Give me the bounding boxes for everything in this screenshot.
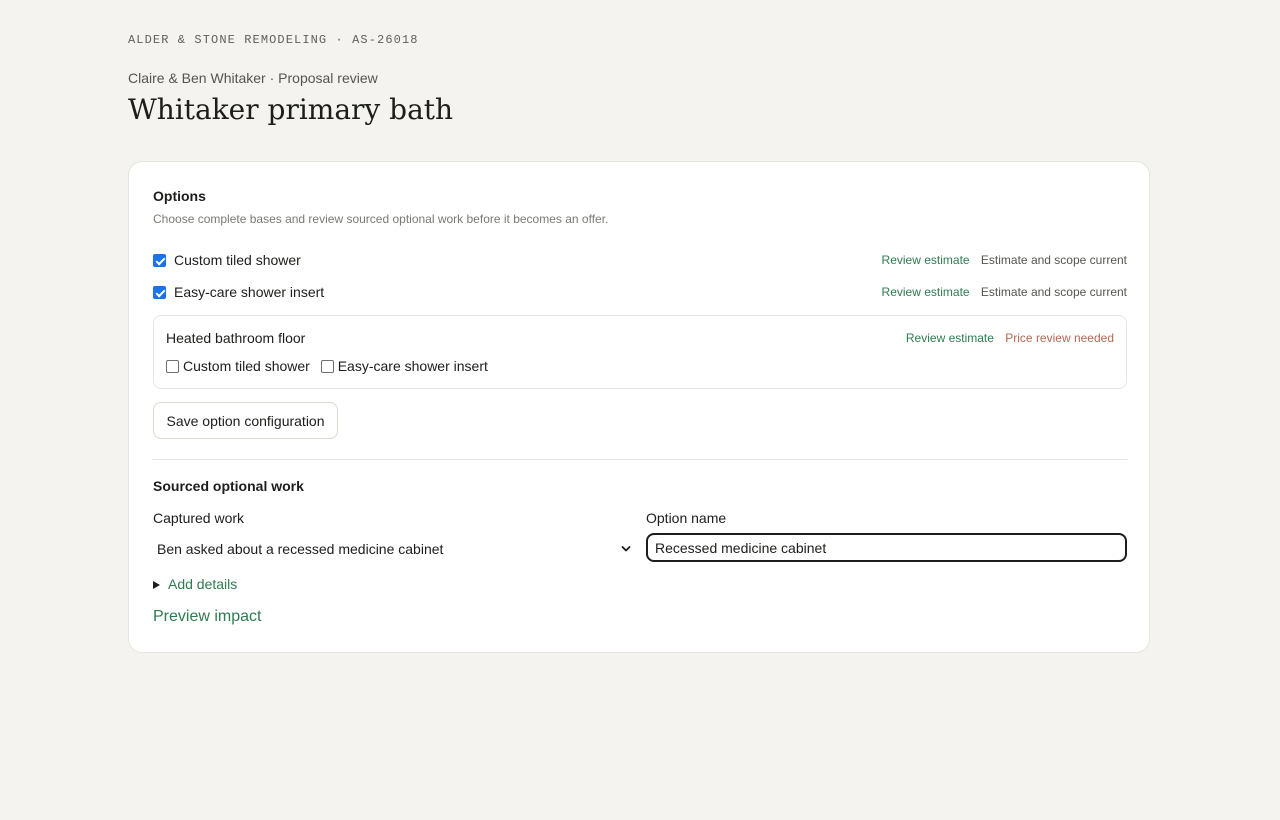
review-estimate-link[interactable]: Review estimate bbox=[906, 331, 994, 345]
applies-to-checkbox[interactable] bbox=[166, 360, 179, 373]
base-option-checkbox[interactable] bbox=[153, 286, 166, 299]
base-option-checkbox[interactable] bbox=[153, 254, 166, 267]
preview-impact-link[interactable]: Preview impact bbox=[153, 608, 261, 626]
base-option-label[interactable]: Easy-care shower insert bbox=[174, 284, 324, 300]
proposal-review-page: ALDER & STONE REMODELING · AS-26018 Clai… bbox=[0, 0, 1280, 820]
estimate-status: Estimate and scope current bbox=[980, 285, 1127, 299]
section-divider bbox=[153, 459, 1127, 460]
addon-applies-to: Custom tiled shower Easy-care shower ins… bbox=[166, 358, 495, 376]
base-option-actions: Review estimate Estimate and scope curre… bbox=[882, 253, 1127, 267]
client-breadcrumb: Claire & Ben Whitaker · Proposal review bbox=[128, 70, 378, 86]
add-details-label[interactable]: Add details bbox=[168, 576, 237, 592]
addon-option-title: Heated bathroom floor bbox=[166, 330, 306, 346]
sourced-work-heading: Sourced optional work bbox=[153, 478, 304, 494]
applies-to-label[interactable]: Easy-care shower insert bbox=[338, 358, 488, 374]
applies-to-item[interactable]: Easy-care shower insert bbox=[320, 358, 488, 374]
options-heading: Options bbox=[153, 188, 206, 204]
applies-to-item[interactable]: Custom tiled shower bbox=[166, 358, 310, 374]
estimate-status: Estimate and scope current bbox=[980, 253, 1127, 267]
applies-to-checkbox[interactable] bbox=[320, 360, 334, 373]
applies-to-label[interactable]: Custom tiled shower bbox=[183, 358, 310, 374]
base-option-actions: Review estimate Estimate and scope curre… bbox=[882, 285, 1127, 299]
addon-option-actions: Review estimate Price review needed bbox=[906, 331, 1114, 345]
review-estimate-link[interactable]: Review estimate bbox=[882, 285, 970, 299]
review-estimate-link[interactable]: Review estimate bbox=[882, 253, 970, 267]
options-card: Options Choose complete bases and review… bbox=[128, 161, 1150, 653]
base-option-row: Easy-care shower insert Review estimate … bbox=[153, 283, 1127, 303]
save-option-configuration-button[interactable]: Save option configuration bbox=[153, 402, 338, 439]
page-title: Whitaker primary bath bbox=[128, 93, 454, 126]
captured-work-label: Captured work bbox=[153, 510, 245, 526]
base-option-label[interactable]: Custom tiled shower bbox=[174, 252, 301, 268]
captured-work-value[interactable]: Ben asked about a recessed medicine cabi… bbox=[157, 541, 443, 557]
price-review-status: Price review needed bbox=[1005, 331, 1114, 345]
chevron-down-icon[interactable] bbox=[621, 544, 631, 554]
company-project-id: ALDER & STONE REMODELING · AS-26018 bbox=[128, 33, 419, 47]
option-name-input[interactable] bbox=[646, 533, 1127, 562]
captured-work-select[interactable]: Ben asked about a recessed medicine cabi… bbox=[153, 536, 633, 562]
disclosure-triangle-icon[interactable] bbox=[153, 581, 160, 589]
options-description: Choose complete bases and review sourced… bbox=[153, 212, 609, 226]
base-option-row: Custom tiled shower Review estimate Esti… bbox=[153, 251, 1127, 271]
addon-option-box: Heated bathroom floor Review estimate Pr… bbox=[153, 315, 1127, 389]
option-name-label: Option name bbox=[646, 510, 727, 526]
add-details-toggle[interactable]: Add details bbox=[153, 576, 237, 592]
